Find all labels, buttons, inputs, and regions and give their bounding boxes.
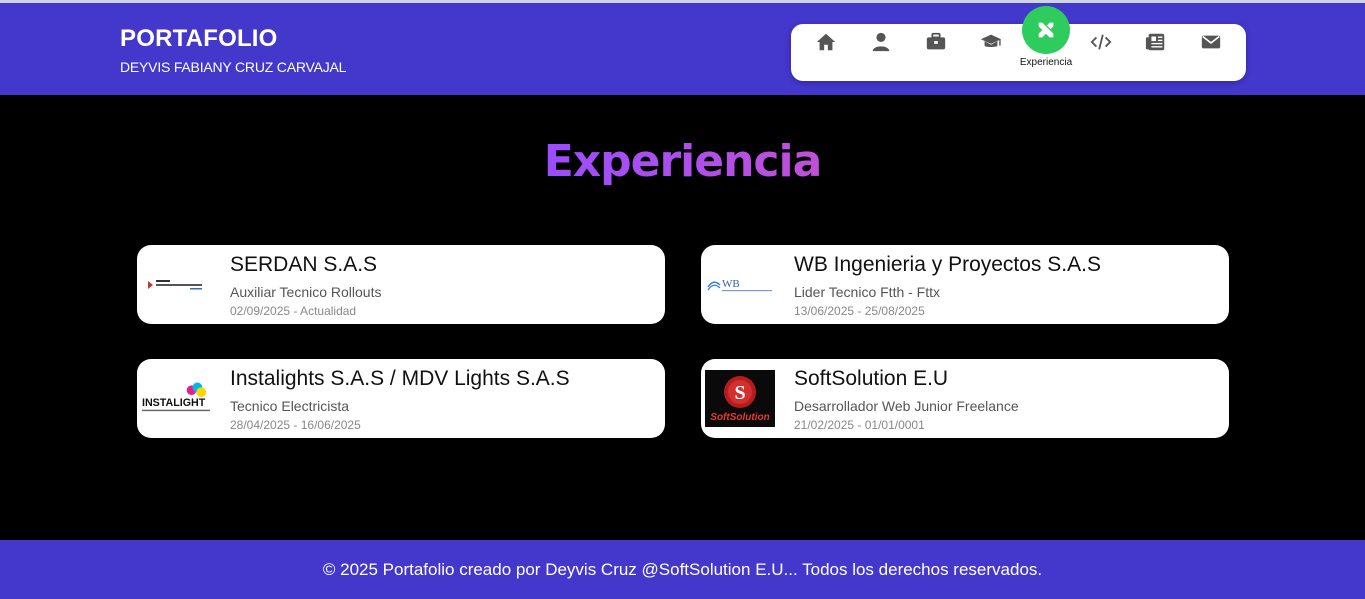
nav-item-contact[interactable] xyxy=(1186,24,1236,81)
site-title[interactable]: PORTAFOLIO xyxy=(120,25,346,53)
graduation-cap-icon xyxy=(980,31,1002,53)
footer-text: © 2025 Portafolio creado por Deyvis Cruz… xyxy=(322,560,1043,579)
site-subtitle: DEYVIS FABIANY CRUZ CARVAJAL xyxy=(120,59,347,75)
nav-item-about[interactable] xyxy=(856,24,906,81)
envelope-icon xyxy=(1200,31,1222,53)
experience-card-softsolution[interactable]: S SoftSolution SoftSolution E.U Desarrol… xyxy=(701,359,1229,438)
nav-label-experience: Experiencia xyxy=(1019,57,1073,68)
job-dates: 13/06/2025 - 25/08/2025 xyxy=(794,304,925,318)
newspaper-icon xyxy=(1145,31,1167,53)
nav-item-blog[interactable] xyxy=(1131,24,1181,81)
serdan-logo xyxy=(141,256,211,313)
softsolution-logo-text: SoftSolution xyxy=(710,412,769,423)
nav-item-projects[interactable] xyxy=(1076,24,1126,81)
company-name: WB Ingenieria y Proyectos S.A.S xyxy=(794,253,1101,276)
code-icon xyxy=(1090,31,1112,53)
section-title: Experiencia xyxy=(543,136,823,187)
softsolution-logo: S SoftSolution xyxy=(705,370,775,427)
tools-icon xyxy=(1022,6,1070,54)
briefcase-icon xyxy=(925,31,947,53)
experience-card-serdan[interactable]: SERDAN S.A.S Auxiliar Tecnico Rollouts 0… xyxy=(137,245,665,324)
site-footer: © 2025 Portafolio creado por Deyvis Cruz… xyxy=(0,540,1365,599)
instalight-logo-text: INSTALIGHT xyxy=(142,396,206,408)
job-dates: 02/09/2025 - Actualidad xyxy=(230,304,357,318)
svg-text:S: S xyxy=(734,382,745,404)
site-header: PORTAFOLIO DEYVIS FABIANY CRUZ CARVAJAL xyxy=(0,3,1365,95)
nav-item-experience[interactable]: Experiencia xyxy=(1019,6,1073,81)
job-role: Tecnico Electricista xyxy=(230,398,350,414)
home-icon xyxy=(815,31,837,53)
experience-card-instalights[interactable]: INSTALIGHT Instalights S.A.S / MDV Light… xyxy=(137,359,665,438)
nav-item-education[interactable] xyxy=(966,24,1016,81)
job-dates: 28/04/2025 - 16/06/2025 xyxy=(230,418,361,432)
experience-card-wb[interactable]: WB WB Ingenieria y Proyectos S.A.S Lider… xyxy=(701,245,1229,324)
main-nav: Experiencia xyxy=(791,6,1246,81)
job-role: Desarrollador Web Junior Freelance xyxy=(794,398,1019,414)
nav-item-work[interactable] xyxy=(911,24,961,81)
brand: PORTAFOLIO DEYVIS FABIANY CRUZ CARVAJAL xyxy=(120,25,346,75)
company-name: Instalights S.A.S / MDV Lights S.A.S xyxy=(230,367,570,390)
job-dates: 21/02/2025 - 01/01/0001 xyxy=(794,418,925,432)
wb-logo: WB xyxy=(705,256,775,313)
company-name: SoftSolution E.U xyxy=(794,367,949,390)
job-role: Lider Tecnico Ftth - Fttx xyxy=(794,284,941,300)
job-role: Auxiliar Tecnico Rollouts xyxy=(230,284,382,300)
nav-item-home[interactable] xyxy=(801,24,851,81)
company-name: SERDAN S.A.S xyxy=(230,253,378,276)
instalight-logo: INSTALIGHT xyxy=(141,370,211,427)
user-icon xyxy=(870,31,892,53)
wb-logo-text: WB xyxy=(722,278,740,290)
